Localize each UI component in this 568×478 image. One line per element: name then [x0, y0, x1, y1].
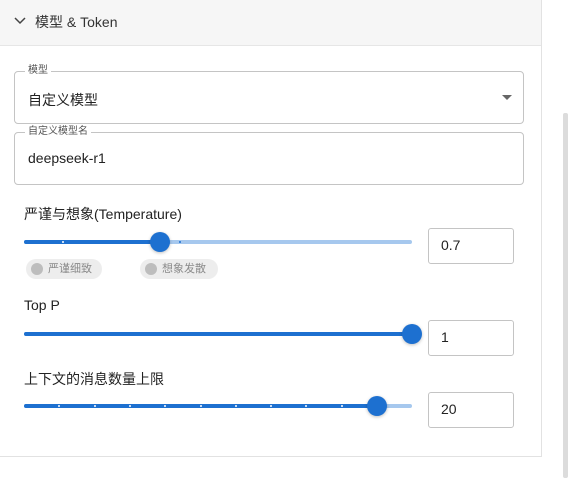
- custom-model-name-value[interactable]: deepseek-r1: [28, 150, 106, 166]
- context-limit-slider-tick: [341, 405, 343, 407]
- custom-model-name-legend: 自定义模型名: [25, 126, 91, 138]
- chevron-down-icon[interactable]: [13, 14, 27, 28]
- context-limit-slider-thumb[interactable]: [367, 396, 387, 416]
- top-p-slider-fill: [24, 332, 412, 336]
- context-limit-slider-tick: [164, 405, 166, 407]
- custom-model-name-input[interactable]: 自定义模型名 deepseek-r1: [14, 126, 524, 185]
- temperature-label: 严谨与想象(Temperature): [24, 206, 182, 222]
- context-limit-slider-tick: [94, 405, 96, 407]
- top-p-value-input[interactable]: [441, 329, 501, 345]
- top-p-label: Top P: [24, 297, 60, 313]
- context-limit-slider-tick: [200, 405, 202, 407]
- context-limit-slider-tick: [129, 405, 131, 407]
- dropdown-arrow-icon[interactable]: [502, 95, 512, 100]
- lightbulb-icon: [145, 263, 157, 275]
- temperature-slider-thumb[interactable]: [150, 232, 170, 252]
- precise-chip[interactable]: 严谨细致: [26, 259, 102, 279]
- context-limit-slider-tick: [235, 405, 237, 407]
- context-limit-slider-tick: [270, 405, 272, 407]
- temperature-slider-tick: [179, 241, 181, 243]
- temperature-slider-fill: [24, 240, 160, 244]
- temperature-slider-tick: [62, 241, 64, 243]
- precise-chip-label: 严谨细致: [48, 263, 92, 275]
- model-select-legend: 模型: [25, 65, 51, 77]
- section-title: 模型 & Token: [35, 14, 118, 30]
- section-header[interactable]: 模型 & Token: [0, 0, 541, 46]
- context-limit-label: 上下文的消息数量上限: [24, 371, 164, 387]
- context-limit-slider-tick: [58, 405, 60, 407]
- top-p-value-box[interactable]: [428, 320, 514, 356]
- context-limit-value-box[interactable]: [428, 392, 514, 428]
- temperature-value-input[interactable]: [441, 237, 501, 253]
- precise-icon: [31, 263, 43, 275]
- imaginative-chip[interactable]: 想象发散: [140, 259, 218, 279]
- context-limit-slider-tick: [305, 405, 307, 407]
- model-select-value: 自定义模型: [28, 92, 98, 108]
- top-p-slider-thumb[interactable]: [402, 324, 422, 344]
- context-limit-value-input[interactable]: [441, 401, 501, 417]
- imaginative-chip-label: 想象发散: [162, 263, 206, 275]
- scrollbar[interactable]: [563, 113, 568, 478]
- model-select[interactable]: 模型 自定义模型: [14, 65, 524, 124]
- temperature-value-box[interactable]: [428, 228, 514, 264]
